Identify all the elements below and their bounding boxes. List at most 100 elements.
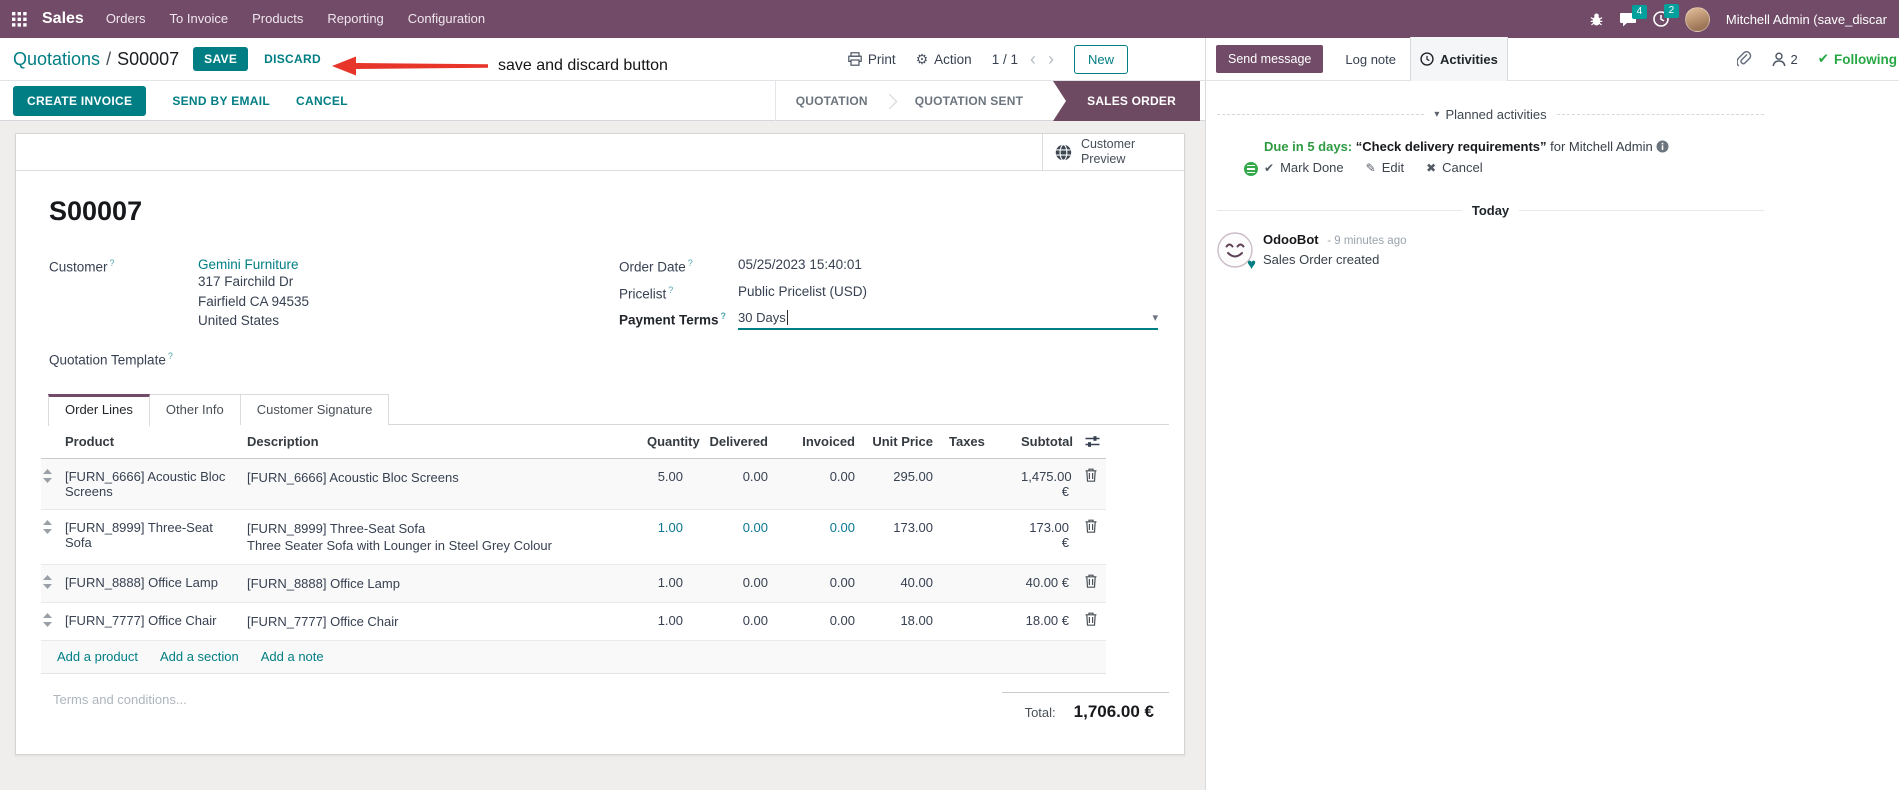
description-cell[interactable]: [FURN_6666] Acoustic Bloc Screens bbox=[239, 458, 639, 510]
delivered-cell[interactable]: 0.00 bbox=[691, 564, 776, 603]
product-cell[interactable]: [FURN_8999] Three-Seat Sofa bbox=[57, 509, 239, 565]
drag-handle-icon[interactable] bbox=[43, 520, 57, 534]
message-author[interactable]: OdooBot bbox=[1263, 232, 1319, 247]
log-note-button[interactable]: Log note bbox=[1345, 52, 1396, 67]
taxes-cell[interactable] bbox=[941, 458, 1013, 510]
add-a-product-link[interactable]: Add a product bbox=[57, 649, 138, 664]
info-icon[interactable] bbox=[1656, 140, 1669, 153]
invoiced-cell[interactable]: 0.00 bbox=[776, 602, 863, 641]
quantity-cell[interactable]: 5.00 bbox=[639, 458, 691, 510]
optional-columns-icon[interactable] bbox=[1085, 435, 1100, 448]
tab-other-info[interactable]: Other Info bbox=[149, 394, 241, 425]
taxes-cell[interactable] bbox=[941, 602, 1013, 641]
activities-button[interactable]: Activities bbox=[1410, 37, 1508, 81]
planned-activities-toggle[interactable]: ▾ Planned activities bbox=[1434, 107, 1546, 122]
delete-line-icon[interactable] bbox=[1085, 468, 1098, 482]
col-quantity[interactable]: Quantity bbox=[639, 425, 700, 459]
drag-handle-icon[interactable] bbox=[43, 469, 57, 483]
col-taxes[interactable]: Taxes bbox=[941, 425, 1013, 459]
send-message-button[interactable]: Send message bbox=[1216, 45, 1324, 73]
delete-line-icon[interactable] bbox=[1085, 574, 1098, 588]
customer-link[interactable]: Gemini Furniture bbox=[198, 257, 299, 272]
menu-configuration[interactable]: Configuration bbox=[396, 0, 497, 38]
order-date-value[interactable]: 05/25/2023 15:40:01 bbox=[738, 257, 1158, 275]
following-button[interactable]: ✔ Following bbox=[1818, 51, 1897, 67]
user-avatar[interactable] bbox=[1684, 6, 1710, 32]
col-unit-price[interactable]: Unit Price bbox=[863, 425, 941, 459]
activities-clock-icon[interactable]: 2 bbox=[1653, 4, 1679, 27]
product-cell[interactable]: [FURN_7777] Office Chair bbox=[57, 602, 239, 641]
delivered-cell[interactable]: 0.00 bbox=[691, 602, 776, 641]
invoiced-cell[interactable]: 0.00 bbox=[776, 458, 863, 510]
menu-reporting[interactable]: Reporting bbox=[315, 0, 395, 38]
messages-icon[interactable]: 4 bbox=[1619, 4, 1647, 27]
app-title[interactable]: Sales bbox=[42, 10, 84, 28]
invoiced-cell[interactable]: 0.00 bbox=[776, 564, 863, 603]
chatter-message: ♥ OdooBot - 9 minutes ago Sales Order cr… bbox=[1217, 232, 1764, 273]
terms-placeholder[interactable]: Terms and conditions... bbox=[49, 692, 1002, 722]
drag-handle-icon[interactable] bbox=[43, 613, 57, 627]
tab-customer-signature[interactable]: Customer Signature bbox=[240, 394, 390, 425]
followers-button[interactable]: 2 bbox=[1772, 52, 1798, 67]
drag-handle-icon[interactable] bbox=[43, 575, 57, 589]
delete-line-icon[interactable] bbox=[1085, 612, 1098, 626]
create-invoice-button[interactable]: CREATE INVOICE bbox=[13, 85, 147, 116]
debug-bug-icon[interactable] bbox=[1589, 12, 1604, 27]
dropdown-caret-icon[interactable]: ▾ bbox=[1152, 311, 1158, 324]
taxes-cell[interactable] bbox=[941, 509, 1013, 565]
quantity-cell[interactable]: 1.00 bbox=[639, 509, 691, 565]
add-a-note-link[interactable]: Add a note bbox=[261, 649, 324, 664]
quantity-cell[interactable]: 1.00 bbox=[639, 564, 691, 603]
apps-grid-icon[interactable] bbox=[12, 10, 30, 28]
menu-to-invoice[interactable]: To Invoice bbox=[158, 0, 241, 38]
customer-preview-button[interactable]: Customer Preview bbox=[1042, 134, 1184, 170]
tab-order-lines[interactable]: Order Lines bbox=[48, 394, 150, 426]
mark-done-button[interactable]: ✔ Mark Done bbox=[1264, 160, 1344, 175]
cancel-activity-button[interactable]: ✖ Cancel bbox=[1426, 160, 1483, 175]
unit-price-cell[interactable]: 173.00 bbox=[863, 509, 941, 565]
description-cell[interactable]: [FURN_8999] Three-Seat Sofa Three Seater … bbox=[239, 509, 639, 565]
cancel-button[interactable]: CANCEL bbox=[296, 94, 348, 108]
pager-previous-icon[interactable]: ‹ bbox=[1030, 50, 1036, 68]
unit-price-cell[interactable]: 40.00 bbox=[863, 564, 941, 603]
pager-next-icon[interactable]: › bbox=[1048, 50, 1054, 68]
send-by-email-button[interactable]: SEND BY EMAIL bbox=[172, 94, 270, 108]
taxes-cell[interactable] bbox=[941, 564, 1013, 603]
menu-products[interactable]: Products bbox=[240, 0, 315, 38]
action-button[interactable]: ⚙ Action bbox=[916, 51, 972, 68]
status-sales-order[interactable]: SALES ORDER bbox=[1053, 81, 1200, 121]
description-cell[interactable]: [FURN_8888] Office Lamp bbox=[239, 564, 639, 603]
delivered-cell[interactable]: 0.00 bbox=[691, 509, 776, 565]
invoiced-cell[interactable]: 0.00 bbox=[776, 509, 863, 565]
quotation-template-value[interactable] bbox=[198, 350, 1169, 368]
breadcrumb-parent[interactable]: Quotations bbox=[13, 49, 100, 70]
unit-price-cell[interactable]: 295.00 bbox=[863, 458, 941, 510]
menu-orders[interactable]: Orders bbox=[94, 0, 158, 38]
add-a-section-link[interactable]: Add a section bbox=[160, 649, 239, 664]
breadcrumb-separator: / bbox=[106, 48, 112, 69]
new-button[interactable]: New bbox=[1073, 44, 1128, 74]
col-description[interactable]: Description bbox=[239, 425, 639, 459]
discard-button[interactable]: DISCARD bbox=[264, 52, 321, 66]
col-invoiced[interactable]: Invoiced bbox=[776, 425, 863, 459]
product-cell[interactable]: [FURN_6666] Acoustic Bloc Screens bbox=[57, 458, 239, 510]
attachments-paperclip-icon[interactable] bbox=[1737, 50, 1752, 68]
delete-line-icon[interactable] bbox=[1085, 519, 1098, 533]
edit-activity-button[interactable]: ✎ Edit bbox=[1366, 160, 1404, 175]
col-subtotal[interactable]: Subtotal bbox=[1013, 425, 1077, 459]
status-quotation-sent[interactable]: QUOTATION SENT bbox=[895, 81, 1043, 121]
col-delivered[interactable]: Delivered bbox=[691, 425, 776, 459]
quantity-cell[interactable]: 1.00 bbox=[639, 602, 691, 641]
user-name[interactable]: Mitchell Admin (save_discar bbox=[1726, 12, 1887, 27]
description-cell[interactable]: [FURN_7777] Office Chair bbox=[239, 602, 639, 641]
delivered-cell[interactable]: 0.00 bbox=[691, 458, 776, 510]
save-button[interactable]: SAVE bbox=[193, 47, 249, 71]
unit-price-cell[interactable]: 18.00 bbox=[863, 602, 941, 641]
printer-icon bbox=[848, 52, 862, 66]
col-product[interactable]: Product bbox=[57, 425, 239, 459]
status-quotation[interactable]: QUOTATION bbox=[776, 81, 888, 121]
pricelist-value[interactable]: Public Pricelist (USD) bbox=[738, 284, 1158, 302]
print-button[interactable]: Print bbox=[848, 52, 896, 67]
payment-terms-input[interactable]: 30 Days ▾ bbox=[738, 310, 1158, 330]
product-cell[interactable]: [FURN_8888] Office Lamp bbox=[57, 564, 239, 603]
